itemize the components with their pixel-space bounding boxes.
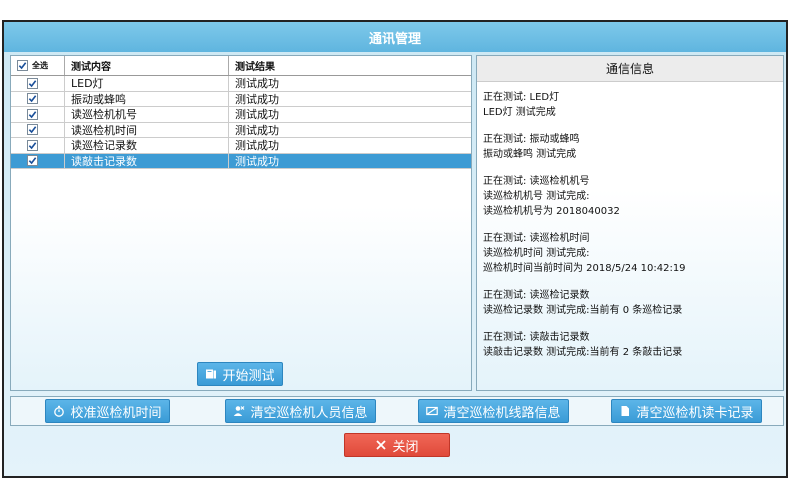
log-block: 正在测试: 读巡检机机号 读巡检机机号 测试完成: 读巡检机机号为 20180400…: [483, 174, 777, 219]
comm-management-window: 通讯管理 全选 测试内容 测试结果 LED灯 测试成功 振动或蜂鸣 测试成功 读…: [2, 20, 788, 478]
comm-info-title: 通信信息: [477, 56, 783, 82]
select-all-checkbox[interactable]: [17, 60, 28, 71]
row-content: 读敲击记录数: [65, 153, 229, 168]
row-content: LED灯: [65, 76, 229, 91]
log-line: LED灯 测试完成: [483, 107, 556, 118]
book-icon: [205, 368, 217, 380]
log-line: 读巡检机机号为 2018040032: [483, 206, 620, 217]
check-icon: [28, 126, 37, 134]
log-block: 正在测试: 读巡检机时间 读巡检机时间 测试完成: 巡检机时间当前时间为 2018/…: [483, 231, 777, 276]
table-row[interactable]: 读巡检机时间 测试成功: [11, 122, 471, 138]
clear-route-button[interactable]: 清空巡检机线路信息: [418, 399, 569, 423]
file-icon: [619, 405, 631, 417]
row-checkbox[interactable]: [27, 77, 38, 89]
check-icon: [28, 80, 37, 88]
log-line: 正在测试: 读敲击记录数: [483, 332, 590, 343]
log-line: 正在测试: 振动或蜂鸣: [483, 134, 580, 145]
table-row[interactable]: LED灯 测试成功: [11, 76, 471, 92]
row-checkbox[interactable]: [27, 139, 38, 151]
clear-cards-button[interactable]: 清空巡检机读卡记录: [611, 399, 762, 423]
select-all-cell: 全选: [11, 56, 65, 75]
comm-log: 正在测试: LED灯 LED灯 测试完成正在测试: 振动或蜂鸣 振动或蜂鸣 测试完成…: [477, 82, 783, 380]
table-row-selected[interactable]: 读敲击记录数 测试成功: [11, 153, 471, 169]
select-all-label: 全选: [32, 61, 48, 70]
clear-route-label: 清空巡检机线路信息: [443, 405, 561, 421]
window-title: 通讯管理: [4, 22, 786, 52]
row-checkbox[interactable]: [27, 155, 38, 167]
route-clear-icon: [426, 405, 439, 417]
log-line: 正在测试: 读巡检记录数: [483, 290, 590, 301]
log-block: 正在测试: LED灯 LED灯 测试完成: [483, 90, 777, 120]
log-line: 读巡检记录数 测试完成:当前有 0 条巡检记录: [483, 305, 683, 316]
row-checkbox[interactable]: [27, 93, 38, 105]
close-label: 关闭: [392, 439, 419, 455]
check-icon: [28, 142, 37, 150]
log-line: 巡检机时间当前时间为 2018/5/24 10:42:19: [483, 263, 686, 274]
log-block: 正在测试: 读敲击记录数读敲击记录数 测试完成:当前有 2 条敲击记录: [483, 330, 777, 360]
row-result: 测试成功: [235, 77, 279, 91]
row-result: 测试成功: [235, 123, 279, 137]
row-content: 读巡检记录数: [65, 138, 229, 153]
col-header-result[interactable]: 测试结果: [229, 56, 275, 75]
row-content: 振动或蜂鸣: [65, 91, 229, 106]
close-icon: [375, 439, 387, 451]
table-row[interactable]: 读巡检记录数 测试成功: [11, 138, 471, 154]
log-line: 读巡检机机号 测试完成:: [483, 191, 590, 202]
log-line: 读巡检机时间 测试完成:: [483, 248, 590, 259]
table-row[interactable]: 读巡检机机号 测试成功: [11, 107, 471, 123]
sync-time-button[interactable]: 校准巡检机时间: [45, 399, 170, 423]
log-line: 振动或蜂鸣 测试完成: [483, 149, 577, 160]
clear-cards-label: 清空巡检机读卡记录: [636, 405, 754, 421]
check-icon: [28, 157, 37, 165]
log-block: 正在测试: 读巡检记录数读巡检记录数 测试完成:当前有 0 条巡检记录: [483, 288, 777, 318]
row-result: 测试成功: [235, 139, 279, 153]
action-bar: 校准巡检机时间 清空巡检机人员信息 清空巡检机线路信息 清空巡检机读卡记录: [10, 396, 784, 426]
clear-staff-button[interactable]: 清空巡检机人员信息: [225, 399, 376, 423]
log-line: 正在测试: LED灯: [483, 92, 560, 103]
table-row[interactable]: 振动或蜂鸣 测试成功: [11, 91, 471, 107]
grid-header: 全选 测试内容 测试结果: [11, 56, 471, 76]
row-result: 测试成功: [235, 154, 279, 168]
stopwatch-icon: [53, 405, 65, 417]
start-test-label: 开始测试: [222, 368, 275, 384]
log-line: 读敲击记录数 测试完成:当前有 2 条敲击记录: [483, 347, 683, 358]
row-result: 测试成功: [235, 92, 279, 106]
test-grid: 全选 测试内容 测试结果 LED灯 测试成功 振动或蜂鸣 测试成功 读巡检机机号…: [10, 55, 472, 391]
comm-info-panel: 通信信息 正在测试: LED灯 LED灯 测试完成正在测试: 振动或蜂鸣 振动或蜂鸣…: [476, 55, 784, 391]
check-icon: [28, 95, 37, 103]
row-checkbox[interactable]: [27, 108, 38, 120]
col-header-content[interactable]: 测试内容: [65, 56, 229, 75]
clear-staff-label: 清空巡检机人员信息: [250, 405, 368, 421]
log-line: 正在测试: 读巡检机时间: [483, 233, 590, 244]
check-icon: [18, 62, 27, 70]
log-line: 正在测试: 读巡检机机号: [483, 176, 590, 187]
sync-time-label: 校准巡检机时间: [70, 405, 162, 421]
close-button[interactable]: 关闭: [344, 433, 450, 457]
start-test-button[interactable]: 开始测试: [197, 362, 283, 386]
check-icon: [28, 111, 37, 119]
user-remove-icon: [233, 405, 245, 417]
row-checkbox[interactable]: [27, 124, 38, 136]
row-content: 读巡检机时间: [65, 122, 229, 137]
log-block: 正在测试: 振动或蜂鸣 振动或蜂鸣 测试完成: [483, 132, 777, 162]
row-result: 测试成功: [235, 108, 279, 122]
row-content: 读巡检机机号: [65, 107, 229, 122]
